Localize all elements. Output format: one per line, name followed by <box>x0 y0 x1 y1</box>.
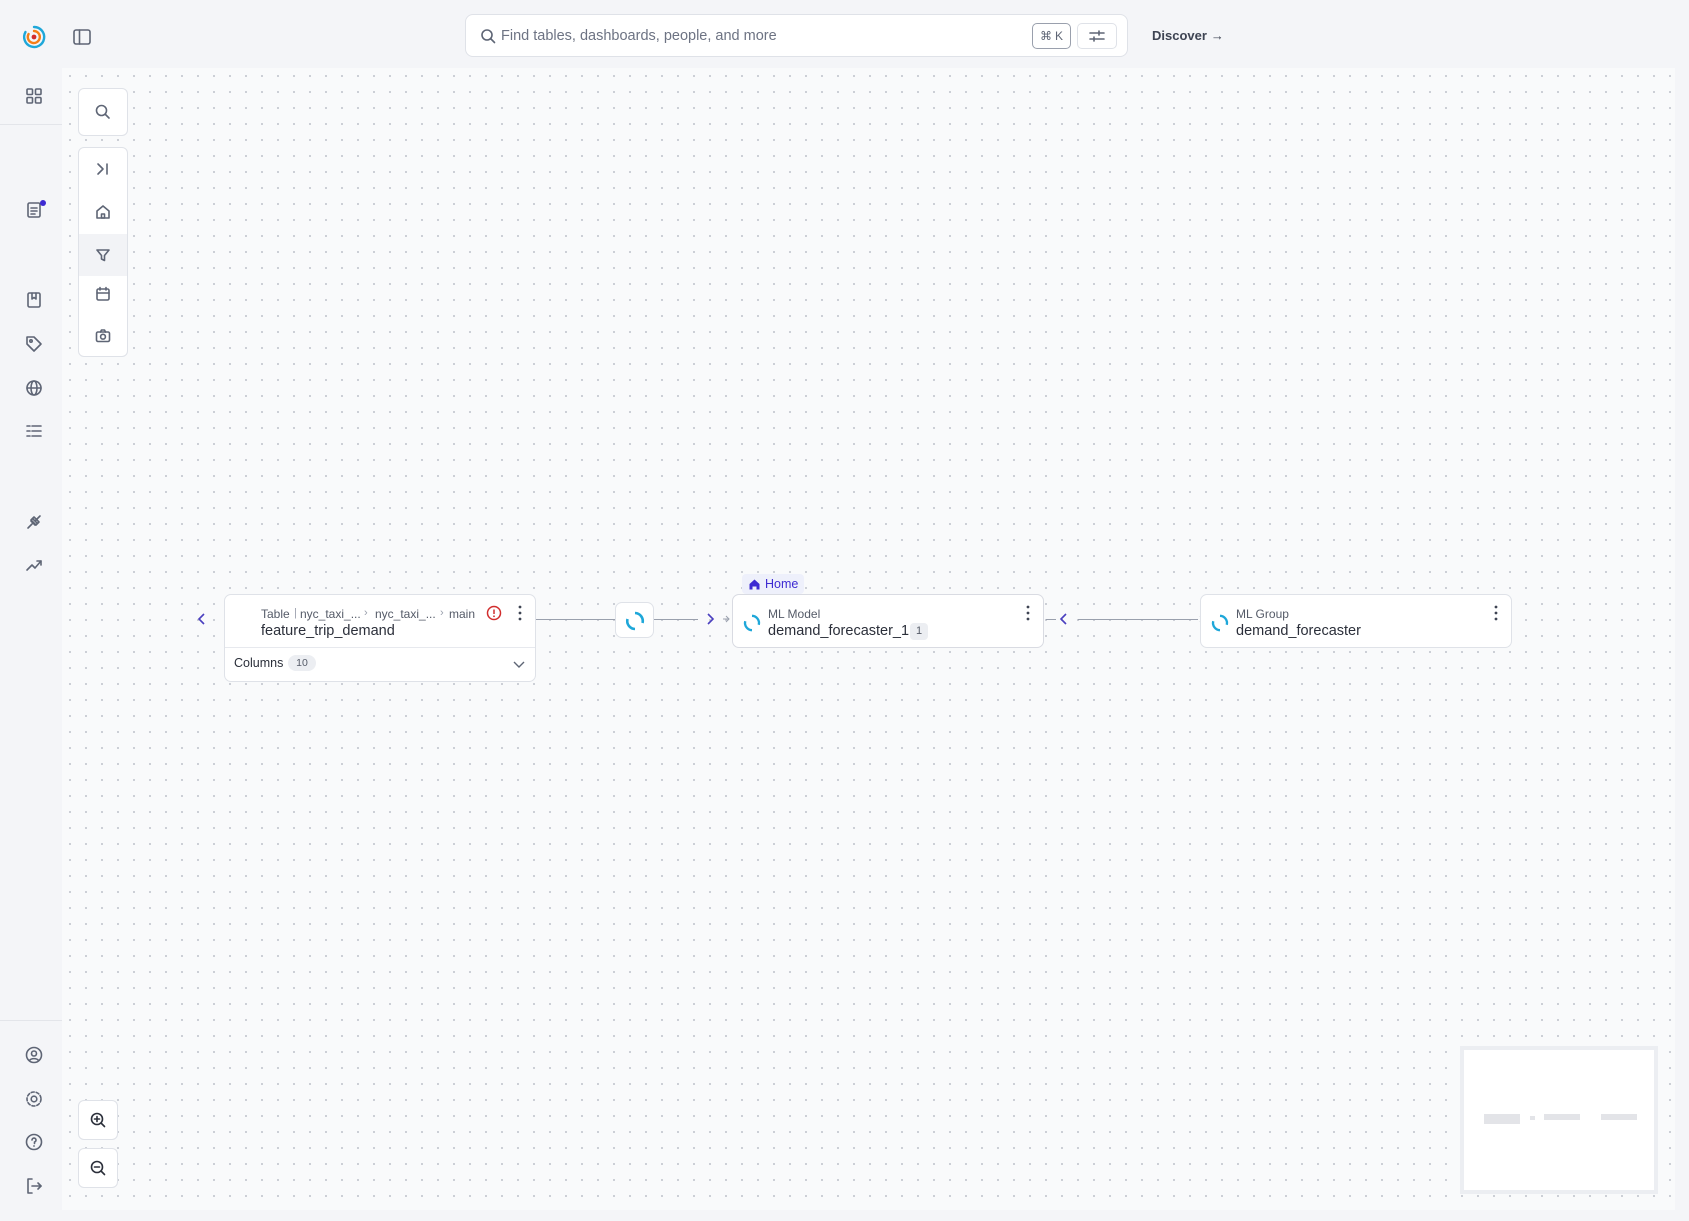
plug-icon[interactable] <box>24 512 44 532</box>
node-type-label: ML Model <box>768 607 821 621</box>
zoom-in-button[interactable] <box>78 1100 118 1140</box>
more-options-icon[interactable] <box>1022 604 1034 622</box>
help-icon[interactable] <box>24 1132 44 1152</box>
columns-count-badge: 10 <box>288 655 316 671</box>
minimap-node <box>1544 1114 1580 1120</box>
arrow-right-icon: → <box>1210 28 1224 43</box>
pipeline-icon <box>625 611 645 631</box>
calendar-icon <box>96 286 110 301</box>
book-icon[interactable] <box>24 290 44 310</box>
sidebar-toggle-icon[interactable] <box>72 28 92 46</box>
node-type-label: Table <box>261 607 290 621</box>
alert-icon[interactable] <box>486 605 502 621</box>
zoom-in-icon <box>90 1112 106 1128</box>
expand-upstream-chevron-icon[interactable] <box>196 611 208 627</box>
search-tool-panel <box>78 88 128 136</box>
search-icon <box>95 104 110 119</box>
chevron-right-icon: › <box>364 607 368 619</box>
ml-group-node[interactable]: ML Group demand_forecaster <box>1200 594 1512 648</box>
edge-model-to-group <box>1078 619 1198 620</box>
shortcut-hint: ⌘ K <box>1032 23 1071 49</box>
edge-table-to-pipeline <box>536 619 616 620</box>
home-icon <box>749 579 760 589</box>
more-options-icon[interactable] <box>1490 604 1502 622</box>
tag-icon[interactable] <box>24 334 44 354</box>
grid-icon[interactable] <box>24 86 44 106</box>
node-name: feature_trip_demand <box>261 623 395 639</box>
camera-icon <box>95 329 111 343</box>
table-node[interactable]: Table | nyc_taxi_... › nyc_taxi_... › ma… <box>224 594 536 682</box>
user-icon[interactable] <box>24 1045 44 1065</box>
expand-downstream-chevron-icon[interactable] <box>704 611 716 627</box>
home-button[interactable] <box>79 191 127 233</box>
filter-icon <box>96 249 110 262</box>
minimap-node <box>1601 1114 1637 1120</box>
nav-divider <box>0 1020 62 1021</box>
ml-model-node[interactable]: ML Model demand_forecaster_1 1 <box>732 594 1044 648</box>
zoom-out-icon <box>90 1160 106 1176</box>
collapse-right-icon <box>97 163 108 175</box>
screenshot-button[interactable] <box>79 315 127 357</box>
breadcrumb-schema[interactable]: main <box>449 607 475 621</box>
globe-icon[interactable] <box>24 378 44 398</box>
home-tag-label: Home <box>765 577 799 591</box>
columns-toggle[interactable]: Columns 10 <box>225 647 535 679</box>
edge-pipeline-to-model <box>654 619 698 620</box>
columns-label: Columns <box>234 656 284 670</box>
sliders-icon <box>1089 30 1105 42</box>
node-name: demand_forecaster <box>1236 623 1361 639</box>
ml-group-icon <box>1211 614 1229 632</box>
breadcrumb-database[interactable]: nyc_taxi_... <box>375 607 436 621</box>
canvas-search-button[interactable] <box>79 91 127 133</box>
search-filter-button[interactable] <box>1077 23 1117 49</box>
zoom-out-button[interactable] <box>78 1148 118 1188</box>
ml-model-icon <box>743 614 761 632</box>
edge-model-to-group <box>1046 619 1056 620</box>
chevron-right-icon: › <box>440 607 444 619</box>
breadcrumb-service[interactable]: nyc_taxi_... <box>300 607 361 621</box>
settings-icon[interactable] <box>24 1089 44 1109</box>
search-icon <box>480 28 496 44</box>
trend-icon[interactable] <box>24 555 44 575</box>
search-input[interactable] <box>501 23 1061 49</box>
expand-panel-button[interactable] <box>79 148 127 190</box>
node-type-label: ML Group <box>1236 607 1289 621</box>
canvas-tools-panel <box>78 147 128 357</box>
home-icon <box>96 205 110 219</box>
notification-dot <box>40 200 46 206</box>
shortcut-symbol: ⌘ <box>1039 29 1052 43</box>
node-name: demand_forecaster_1 <box>768 623 910 639</box>
minimap[interactable] <box>1460 1046 1658 1194</box>
calendar-button[interactable] <box>79 273 127 315</box>
chevron-down-icon[interactable] <box>512 657 526 671</box>
nav-divider <box>0 124 62 125</box>
pipeline-node[interactable] <box>615 602 654 638</box>
home-tag: Home <box>742 574 805 594</box>
more-options-icon[interactable] <box>514 604 526 622</box>
global-search[interactable]: ⌘ K <box>465 14 1128 57</box>
model-version-badge: 1 <box>910 623 928 640</box>
crumb-divider: | <box>294 607 297 619</box>
logout-icon[interactable] <box>24 1176 44 1196</box>
discover-label: Discover <box>1152 28 1207 43</box>
shortcut-key: K <box>1054 29 1063 43</box>
list-icon[interactable] <box>24 421 44 441</box>
app-logo[interactable] <box>21 24 47 50</box>
expand-upstream-chevron-icon[interactable] <box>1058 611 1070 627</box>
minimap-node <box>1484 1114 1520 1124</box>
minimap-node <box>1530 1116 1535 1120</box>
arrow-right-icon <box>723 615 730 623</box>
filter-button[interactable] <box>79 234 127 276</box>
discover-link[interactable]: Discover → <box>1152 28 1224 43</box>
